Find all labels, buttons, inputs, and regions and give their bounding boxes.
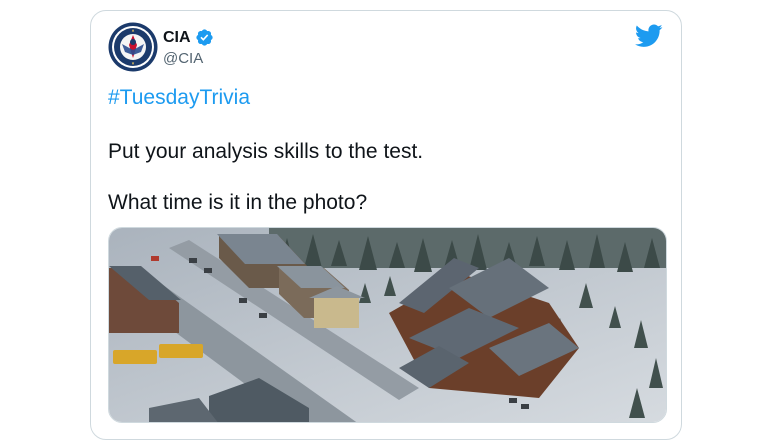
tweet-text-line-2: What time is it in the photo?: [108, 191, 368, 214]
tweet-photo[interactable]: [108, 227, 667, 423]
snowy-town-illustration: [109, 228, 666, 422]
author-handle[interactable]: @CIA: [163, 50, 203, 67]
author-name[interactable]: CIA: [163, 29, 191, 47]
verified-badge-icon: [195, 29, 213, 46]
author-row: CIA: [163, 28, 214, 47]
avatar[interactable]: [108, 22, 158, 72]
twitter-bird-icon[interactable]: [635, 24, 663, 48]
hashtag-link[interactable]: #TuesdayTrivia: [108, 86, 250, 110]
tweet-card[interactable]: CIA @CIA #TuesdayTrivia Put your analysi…: [90, 10, 682, 440]
tweet-text-line-1: Put your analysis skills to the test.: [108, 140, 424, 163]
